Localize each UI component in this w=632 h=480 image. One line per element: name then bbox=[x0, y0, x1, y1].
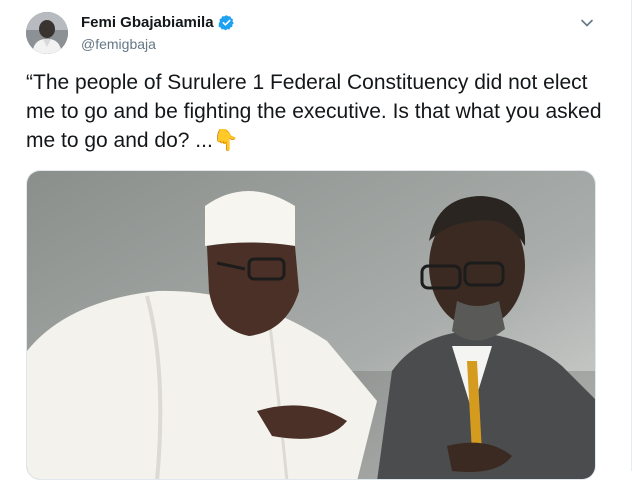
display-name[interactable]: Femi Gbajabiamila bbox=[81, 14, 214, 31]
avatar[interactable] bbox=[26, 12, 68, 54]
handle[interactable]: @femigbaja bbox=[81, 36, 156, 52]
tweet-card[interactable]: Femi Gbajabiamila @femigbaja “The people… bbox=[0, 0, 632, 480]
chevron-down-icon[interactable] bbox=[580, 16, 594, 30]
tweet-photo[interactable] bbox=[26, 170, 596, 480]
tweet-text: “The people of Surulere 1 Federal Consti… bbox=[26, 71, 602, 152]
verified-badge-icon bbox=[218, 14, 235, 31]
photo-content bbox=[27, 171, 595, 479]
